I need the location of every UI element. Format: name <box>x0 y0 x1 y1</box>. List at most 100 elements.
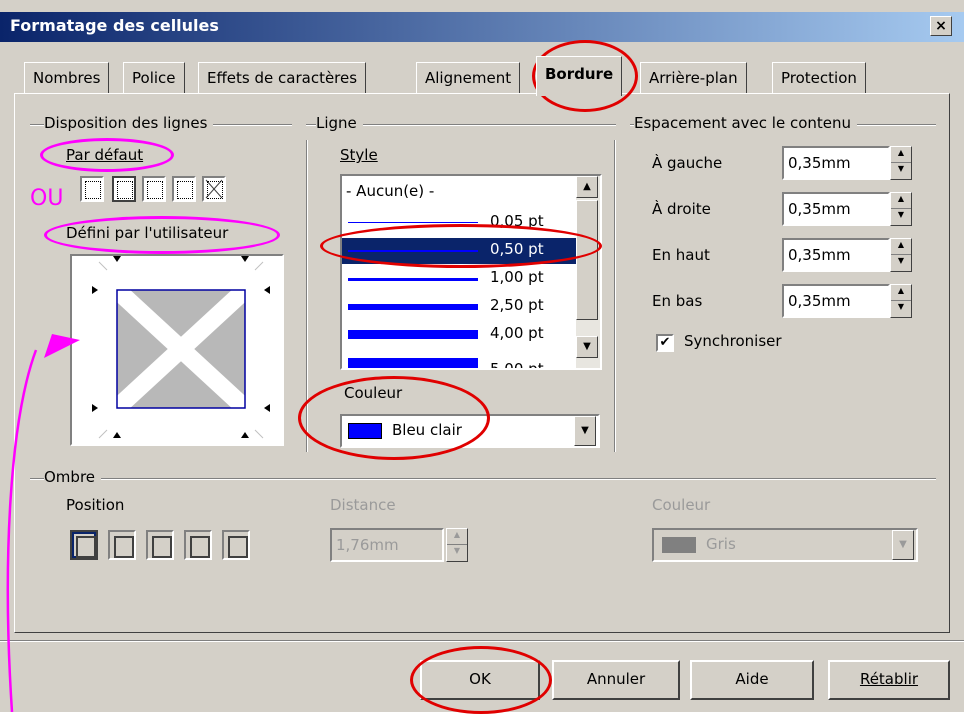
style-item-text: 1,00 pt <box>490 268 544 286</box>
spin-down-icon[interactable]: ▼ <box>891 209 911 225</box>
spin-up-icon[interactable]: ▲ <box>891 239 911 255</box>
title-bar: Formatage des cellules × <box>0 12 964 42</box>
shadow-none-button[interactable] <box>70 530 98 560</box>
preset-outer[interactable] <box>112 176 136 202</box>
spin-down-icon[interactable]: ▼ <box>447 545 467 561</box>
spacing-bottom-field[interactable]: 0,35mm <box>782 284 890 318</box>
style-item-400[interactable]: 4,00 pt <box>342 322 576 348</box>
tab-protection[interactable]: Protection <box>772 62 866 94</box>
reset-button[interactable]: Rétablir <box>828 660 950 700</box>
line-style-list[interactable]: - Aucun(e) - 0,05 pt 0,50 pt 1,00 pt 2,5… <box>340 174 602 370</box>
spin-down-icon[interactable]: ▼ <box>891 163 911 179</box>
preset-outer-all[interactable] <box>172 176 196 202</box>
tab-bordure[interactable]: Bordure <box>536 56 623 96</box>
spacing-right-spinner[interactable]: ▲ ▼ <box>890 192 912 226</box>
line-sample <box>348 278 478 281</box>
spin-up-icon[interactable]: ▲ <box>891 147 911 163</box>
style-list-scrollbar[interactable]: ▲ ▼ <box>576 176 600 368</box>
shadow-color-select[interactable]: Gris ▼ <box>652 528 918 562</box>
tab-nombres[interactable]: Nombres <box>24 62 110 94</box>
preset-outer-horizontal[interactable] <box>142 176 166 202</box>
style-label: Style <box>340 146 378 164</box>
style-item-text: 0,50 pt <box>490 240 544 258</box>
spin-down-icon[interactable]: ▼ <box>891 255 911 271</box>
separator <box>614 140 616 452</box>
synchronize-label: Synchroniser <box>684 332 782 350</box>
synchronize-checkbox[interactable]: ✔ <box>656 334 674 352</box>
style-item-050-selected[interactable]: 0,50 pt <box>342 238 576 264</box>
shadow-color-swatch <box>662 537 696 553</box>
border-preview-drawing <box>92 256 270 439</box>
spacing-left-spinner[interactable]: ▲ ▼ <box>890 146 912 180</box>
separator <box>0 640 964 642</box>
spin-up-icon[interactable]: ▲ <box>891 193 911 209</box>
style-item-none[interactable]: - Aucun(e) - <box>346 182 434 200</box>
cancel-button[interactable]: Annuler <box>552 660 680 700</box>
spacing-top-field[interactable]: 0,35mm <box>782 238 890 272</box>
help-button[interactable]: Aide <box>690 660 814 700</box>
check-icon: ✔ <box>659 335 671 350</box>
line-sample <box>348 250 478 252</box>
tab-effets[interactable]: Effets de caractères <box>198 62 367 94</box>
spin-up-icon[interactable]: ▲ <box>891 285 911 301</box>
border-preview[interactable] <box>70 254 284 446</box>
style-item-250[interactable]: 2,50 pt <box>342 294 576 320</box>
group-line <box>30 478 936 480</box>
disposition-heading: Disposition des lignes <box>44 114 214 132</box>
shadow-color-label: Couleur <box>652 496 711 514</box>
user-defined-label: Défini par l'utilisateur <box>66 224 229 242</box>
shadow-bottom-right-button[interactable] <box>108 530 136 560</box>
spacing-right-label: À droite <box>652 200 711 218</box>
shadow-position-label: Position <box>66 496 125 514</box>
spacing-right-value: 0,35mm <box>788 200 851 218</box>
line-color-swatch <box>348 423 382 439</box>
close-icon: × <box>935 18 947 34</box>
style-item-text: 5,00 pt <box>490 360 544 370</box>
shadow-distance-spinner[interactable]: ▲ ▼ <box>446 528 468 562</box>
spacing-right-field[interactable]: 0,35mm <box>782 192 890 226</box>
spacing-top-label: En haut <box>652 246 710 264</box>
style-item-005[interactable]: 0,05 pt <box>342 210 576 236</box>
line-sample <box>348 358 478 368</box>
scroll-up-icon[interactable]: ▲ <box>576 176 598 198</box>
spin-down-icon[interactable]: ▼ <box>891 301 911 317</box>
spacing-left-value: 0,35mm <box>788 154 851 172</box>
line-color-select[interactable]: Bleu clair ▼ <box>340 414 600 448</box>
shadow-top-right-button[interactable] <box>146 530 174 560</box>
preset-none[interactable] <box>80 176 104 202</box>
tab-police[interactable]: Police <box>123 62 185 94</box>
style-item-100[interactable]: 1,00 pt <box>342 266 576 292</box>
close-button[interactable]: × <box>930 16 952 36</box>
spacing-top-value: 0,35mm <box>788 246 851 264</box>
spacing-left-field[interactable]: 0,35mm <box>782 146 890 180</box>
ok-button[interactable]: OK <box>420 660 540 700</box>
format-cells-dialog: Formatage des cellules × Nombres Police … <box>0 0 964 714</box>
spin-up-icon[interactable]: ▲ <box>447 529 467 545</box>
shadow-heading: Ombre <box>44 468 102 486</box>
dropdown-arrow-icon[interactable]: ▼ <box>892 530 914 560</box>
tab-alignement[interactable]: Alignement <box>416 62 521 94</box>
preset-diagonal[interactable] <box>202 176 226 202</box>
shadow-top-left-button[interactable] <box>222 530 250 560</box>
scroll-down-icon[interactable]: ▼ <box>576 336 598 358</box>
style-item-text: 4,00 pt <box>490 324 544 342</box>
tab-arriere-plan[interactable]: Arrière-plan <box>640 62 747 94</box>
dropdown-arrow-icon[interactable]: ▼ <box>574 416 596 446</box>
spacing-bottom-spinner[interactable]: ▲ ▼ <box>890 284 912 318</box>
separator <box>306 140 308 452</box>
style-item-text: 0,05 pt <box>490 212 544 230</box>
diagonal-icon <box>205 179 223 199</box>
shadow-bottom-left-button[interactable] <box>184 530 212 560</box>
line-sample <box>348 304 478 310</box>
default-label: Par défaut <box>66 146 144 164</box>
spacing-bottom-value: 0,35mm <box>788 292 851 310</box>
line-sample <box>348 222 478 223</box>
style-item-text: 2,50 pt <box>490 296 544 314</box>
style-item-500[interactable]: 5,00 pt <box>342 350 576 370</box>
scrollbar-thumb[interactable] <box>576 200 598 320</box>
shadow-color-value: Gris <box>706 535 736 553</box>
spacing-top-spinner[interactable]: ▲ ▼ <box>890 238 912 272</box>
shadow-distance-field[interactable]: 1,76mm <box>330 528 444 562</box>
shadow-distance-value: 1,76mm <box>336 536 399 554</box>
window-title: Formatage des cellules <box>10 16 219 35</box>
